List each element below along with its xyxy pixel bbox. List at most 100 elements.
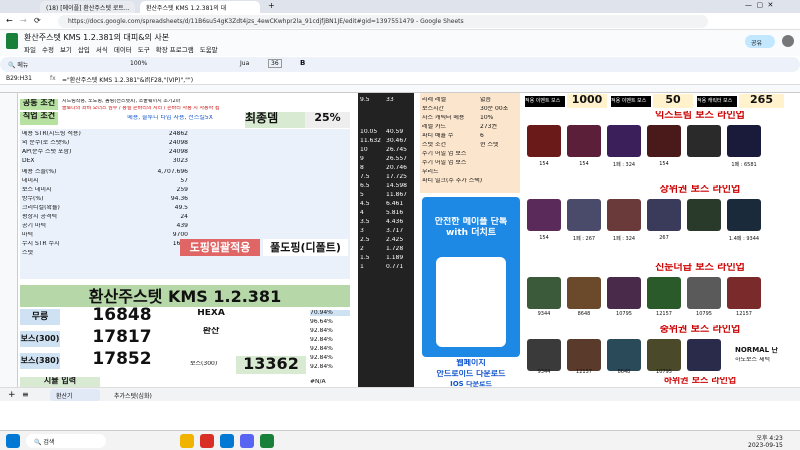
stat-value[interactable]: 3023 xyxy=(128,158,188,164)
mid-j: 8 xyxy=(360,165,364,171)
boss-hp: 12157 xyxy=(576,369,592,375)
stat-value[interactable]: 4,707.696 xyxy=(128,169,188,175)
error-tag: #N/A xyxy=(310,379,326,385)
formula-input[interactable]: ="환산주스텟 KMS 1.2.381"&if(F28,"(VIP)","") xyxy=(62,75,193,84)
menu-insert[interactable]: 삽입 xyxy=(78,44,90,54)
stat-label: 평상시 공격력 xyxy=(22,214,58,220)
sheets-logo-icon[interactable] xyxy=(6,33,18,49)
stat-value[interactable]: 439 xyxy=(128,223,188,229)
app-icon[interactable] xyxy=(260,434,274,448)
mid-table: 9.5 33 10.05 40.59 11.632 30.467 10 26.745 9… xyxy=(358,93,414,387)
boss-hp: 8648 xyxy=(617,369,631,375)
info-label: 리레 레벨 xyxy=(422,97,446,103)
add-sheet-icon[interactable]: + xyxy=(8,390,16,400)
menu-file[interactable]: 파일 xyxy=(24,44,36,54)
info-label: 주기 어빌 업 보스 xyxy=(422,151,467,157)
menu-extensions[interactable]: 확장 프로그램 xyxy=(156,44,194,54)
fontsize-input[interactable]: 36 xyxy=(268,59,282,68)
boss-hp: 8648 xyxy=(577,311,591,317)
stat-label: 스텟 xyxy=(22,250,34,256)
info-value[interactable]: 10% xyxy=(480,115,518,121)
mid-k: 0.771 xyxy=(386,264,404,270)
stat-value[interactable]: 24098 xyxy=(128,140,188,146)
page-title: 환산주스텟 KMS 1.2.381 xyxy=(20,285,350,307)
info-value[interactable]: 없음 xyxy=(480,97,518,103)
file-explorer-icon[interactable] xyxy=(180,434,194,448)
boss-hp: 10795 xyxy=(656,369,672,375)
clock[interactable]: 오후 4:23 2023-09-15 xyxy=(748,433,783,449)
stat-value[interactable]: 24 xyxy=(128,214,188,220)
tab-title: 환산주스텟 KMS 1.2.381의 대 xyxy=(146,5,227,12)
boss-hp: 10795 xyxy=(616,311,632,317)
browser-tab[interactable]: (18) [메이플] 환산주스텟 로트... xyxy=(40,1,135,13)
ad-title: 안전한 메이플 단톡 with 더치트 xyxy=(434,217,508,238)
doping-apply-button[interactable]: 도핑일괄적용 xyxy=(180,239,260,256)
mid-j: 1 xyxy=(360,264,364,270)
event-boss-value-2[interactable]: 50 xyxy=(653,94,693,108)
boss-hp: 9344 xyxy=(537,369,551,375)
mid-j: 7.5 xyxy=(360,174,370,180)
stat-value[interactable]: 9700 xyxy=(128,232,188,238)
stat-value[interactable]: 94.36 xyxy=(128,196,188,202)
menu-view[interactable]: 보기 xyxy=(60,44,72,54)
clock-date: 2023-09-15 xyxy=(748,442,783,449)
share-button[interactable]: 공유 xyxy=(745,35,775,48)
boss-hp: 1페 : 6581 xyxy=(731,162,757,168)
tab-title: (18) [메이플] 환산주스텟 로트... xyxy=(46,5,130,12)
stat-value[interactable]: 1600 xyxy=(128,241,188,247)
taskbar-search[interactable]: 🔍 검색 xyxy=(26,434,106,448)
forward-icon[interactable]: → xyxy=(20,16,27,25)
cell-reference[interactable]: B29:H31 xyxy=(6,75,32,82)
info-value[interactable]: 273권 xyxy=(480,124,518,130)
zoom-select[interactable]: 100% xyxy=(130,60,147,67)
boss-portrait xyxy=(687,277,721,309)
info-value[interactable]: 현 스텟 xyxy=(480,142,518,148)
discord-icon[interactable] xyxy=(240,434,254,448)
stat-value[interactable]: 259 xyxy=(128,187,188,193)
menu-help[interactable]: 도움말 xyxy=(200,44,218,54)
windows-start-icon[interactable] xyxy=(6,434,20,448)
stat-label: 데미지 xyxy=(22,178,39,184)
avatar[interactable] xyxy=(782,35,794,47)
new-tab-icon[interactable]: + xyxy=(268,1,275,10)
stat-value[interactable]: 24862 xyxy=(128,131,188,137)
font-select[interactable]: Jua xyxy=(240,60,249,67)
pct-6: 92.84% xyxy=(310,355,333,361)
menu-data[interactable]: 데이터 xyxy=(114,44,132,54)
edge-icon[interactable] xyxy=(220,434,234,448)
boss-portrait xyxy=(567,277,601,309)
chrome-icon[interactable] xyxy=(200,434,214,448)
stat-value[interactable]: 49.5 xyxy=(128,205,188,211)
sheet-tab[interactable]: 추가스텟(심화) xyxy=(108,389,188,401)
full-doping-select[interactable]: 풀도핑(디폴트) xyxy=(263,239,348,256)
info-value[interactable]: 6 xyxy=(480,133,518,139)
back-icon[interactable]: ← xyxy=(6,16,13,25)
browser-tab-active[interactable]: 환산주스텟 KMS 1.2.381의 대 xyxy=(140,1,260,13)
doc-title[interactable]: 환산주스텟 KMS 1.2.381의 대피&의 사본 xyxy=(24,32,169,43)
best-dmg-value[interactable]: 25% xyxy=(305,112,350,128)
stat-value[interactable]: 16 xyxy=(128,250,188,256)
reload-icon[interactable]: ⟳ xyxy=(34,16,41,25)
menu-tools[interactable]: 도구 xyxy=(138,44,150,54)
all-sheets-icon[interactable]: ≡ xyxy=(22,390,29,399)
mid-k: 1.189 xyxy=(386,255,404,261)
window-controls[interactable]: — ▢ ✕ xyxy=(745,1,773,9)
info-value[interactable]: 30분 00초 xyxy=(480,106,518,112)
sheet-tab-active[interactable]: 환산기 xyxy=(50,389,100,401)
search-menus-icon[interactable]: 🔍 메뉴 xyxy=(8,60,28,69)
mid-k: 33 xyxy=(386,97,394,103)
spreadsheet-grid[interactable]: 공통 조건 직업 조건 시드링착용, 노도핑, 몸링(전스텟X), 소울웨이지 … xyxy=(0,93,800,387)
event-boss-value[interactable]: 1000 xyxy=(567,94,607,108)
char-boss-value[interactable]: 265 xyxy=(739,94,784,108)
hexa-label: HEXA xyxy=(197,309,225,318)
url-input[interactable]: https://docs.google.com/spreadsheets/d/1… xyxy=(58,15,708,28)
stat-value[interactable]: 57 xyxy=(128,178,188,184)
menu-format[interactable]: 서식 xyxy=(96,44,108,54)
stat-value[interactable]: 24098 xyxy=(128,149,188,155)
bold-button[interactable]: B xyxy=(300,59,305,67)
webpage-link[interactable]: 웹페이지 xyxy=(422,359,520,369)
android-download-link[interactable]: 안드로이드 다운로드 xyxy=(422,370,520,380)
lower-boss-hp-note: 하도보스 체력 xyxy=(735,357,771,363)
ad-banner[interactable]: 안전한 메이플 단톡 with 더치트 xyxy=(422,197,520,357)
menu-edit[interactable]: 수정 xyxy=(42,44,54,54)
